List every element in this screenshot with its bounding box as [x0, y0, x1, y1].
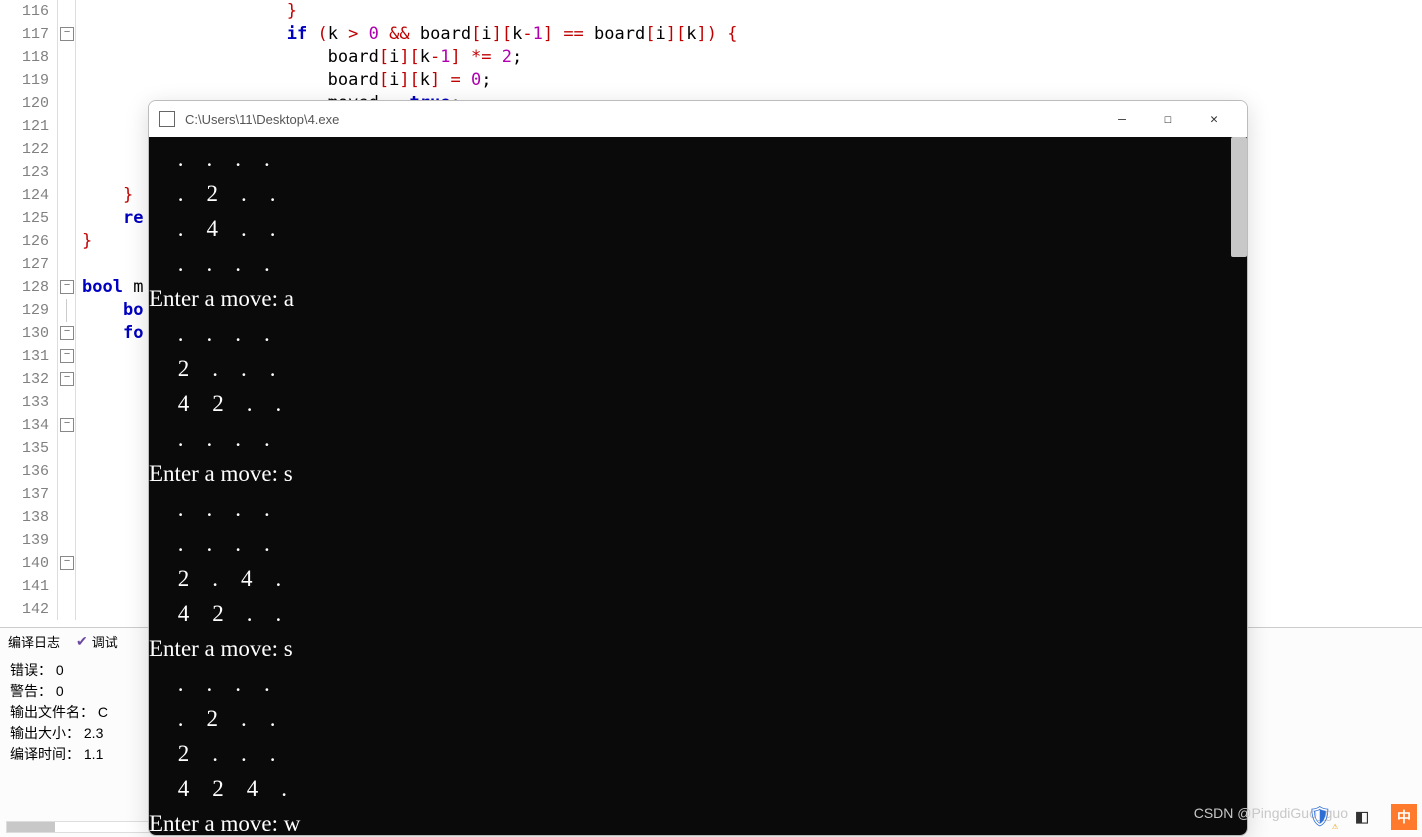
- line-number: 134: [0, 414, 57, 437]
- line-number: 124: [0, 184, 57, 207]
- app-icon: [159, 111, 175, 127]
- line-number-gutter: 1161171181191201211221231241251261271281…: [0, 0, 58, 620]
- shield-icon[interactable]: 🛡: [1306, 803, 1334, 831]
- line-number: 138: [0, 506, 57, 529]
- fold-line: [58, 483, 75, 506]
- line-number: 135: [0, 437, 57, 460]
- line-number: 116: [0, 0, 57, 23]
- line-number: 119: [0, 69, 57, 92]
- scrollbar-thumb[interactable]: [7, 822, 55, 832]
- fold-line: [58, 460, 75, 483]
- line-number: 142: [0, 598, 57, 621]
- fold-line: [58, 529, 75, 552]
- line-number: 121: [0, 115, 57, 138]
- console-output[interactable]: . . . . . 2 . . . 4 . . . . . . Enter a …: [149, 137, 1247, 835]
- line-number: 131: [0, 345, 57, 368]
- app-icon-orange[interactable]: 中: [1390, 803, 1418, 831]
- console-scrollbar[interactable]: [1231, 137, 1247, 257]
- fold-line: [58, 184, 75, 207]
- line-number: 125: [0, 207, 57, 230]
- line-number: 117: [0, 23, 57, 46]
- fold-line: [58, 299, 75, 322]
- fold-toggle[interactable]: [58, 345, 75, 368]
- line-number: 133: [0, 391, 57, 414]
- fold-line: [58, 437, 75, 460]
- line-number: 132: [0, 368, 57, 391]
- fold-line: [58, 0, 75, 23]
- line-number: 130: [0, 322, 57, 345]
- bookmark-icon[interactable]: ◧: [1348, 803, 1376, 831]
- fold-line: [58, 138, 75, 161]
- tab-label: 编译日志: [8, 632, 60, 651]
- line-number: 128: [0, 276, 57, 299]
- line-number: 126: [0, 230, 57, 253]
- compiletime-label: 编译时间：: [10, 746, 80, 762]
- fold-column: [58, 0, 76, 620]
- line-number: 136: [0, 460, 57, 483]
- line-number: 137: [0, 483, 57, 506]
- line-number: 120: [0, 92, 57, 115]
- line-number: 129: [0, 299, 57, 322]
- code-line[interactable]: board[i][k] = 0;: [82, 69, 1422, 92]
- fold-toggle[interactable]: [58, 322, 75, 345]
- line-number: 140: [0, 552, 57, 575]
- fold-toggle[interactable]: [58, 276, 75, 299]
- check-icon: ✔: [76, 633, 88, 650]
- outsize-value: 2.3: [84, 725, 103, 741]
- window-title: C:\Users\11\Desktop\4.exe: [185, 112, 1099, 127]
- line-number: 118: [0, 46, 57, 69]
- errors-value: 0: [56, 662, 64, 678]
- maximize-button[interactable]: ☐: [1145, 104, 1191, 134]
- tray-icons: 🛡 ◧ 中: [1306, 803, 1418, 831]
- console-window: C:\Users\11\Desktop\4.exe — ☐ ✕ . . . . …: [148, 100, 1248, 836]
- titlebar[interactable]: C:\Users\11\Desktop\4.exe — ☐ ✕: [149, 101, 1247, 137]
- tab-compile-log[interactable]: 编译日志: [0, 628, 68, 654]
- fold-line: [58, 161, 75, 184]
- line-number: 122: [0, 138, 57, 161]
- fold-line: [58, 598, 75, 621]
- code-line[interactable]: board[i][k-1] *= 2;: [82, 46, 1422, 69]
- errors-label: 错误：: [10, 662, 52, 678]
- fold-toggle[interactable]: [58, 23, 75, 46]
- warnings-value: 0: [56, 683, 64, 699]
- outfile-value: C: [98, 704, 108, 720]
- fold-line: [58, 207, 75, 230]
- code-line[interactable]: }: [82, 0, 1422, 23]
- fold-line: [58, 506, 75, 529]
- close-button[interactable]: ✕: [1191, 104, 1237, 134]
- outsize-label: 输出大小：: [10, 725, 80, 741]
- tab-extra[interactable]: [126, 628, 142, 654]
- code-line[interactable]: if (k > 0 && board[i][k-1] == board[i][k…: [82, 23, 1422, 46]
- line-number: 127: [0, 253, 57, 276]
- fold-line: [58, 391, 75, 414]
- fold-line: [58, 46, 75, 69]
- minimize-button[interactable]: —: [1099, 104, 1145, 134]
- line-number: 141: [0, 575, 57, 598]
- line-number: 123: [0, 161, 57, 184]
- fold-toggle[interactable]: [58, 552, 75, 575]
- tab-label: 调试: [92, 632, 118, 651]
- fold-line: [58, 253, 75, 276]
- fold-toggle[interactable]: [58, 414, 75, 437]
- outfile-label: 输出文件名：: [10, 704, 94, 720]
- fold-line: [58, 575, 75, 598]
- fold-toggle[interactable]: [58, 368, 75, 391]
- warnings-label: 警告：: [10, 683, 52, 699]
- line-number: 139: [0, 529, 57, 552]
- fold-line: [58, 230, 75, 253]
- compiletime-value: 1.1: [84, 746, 103, 762]
- fold-line: [58, 92, 75, 115]
- tab-debug[interactable]: ✔调试: [68, 628, 126, 654]
- fold-line: [58, 69, 75, 92]
- fold-line: [58, 115, 75, 138]
